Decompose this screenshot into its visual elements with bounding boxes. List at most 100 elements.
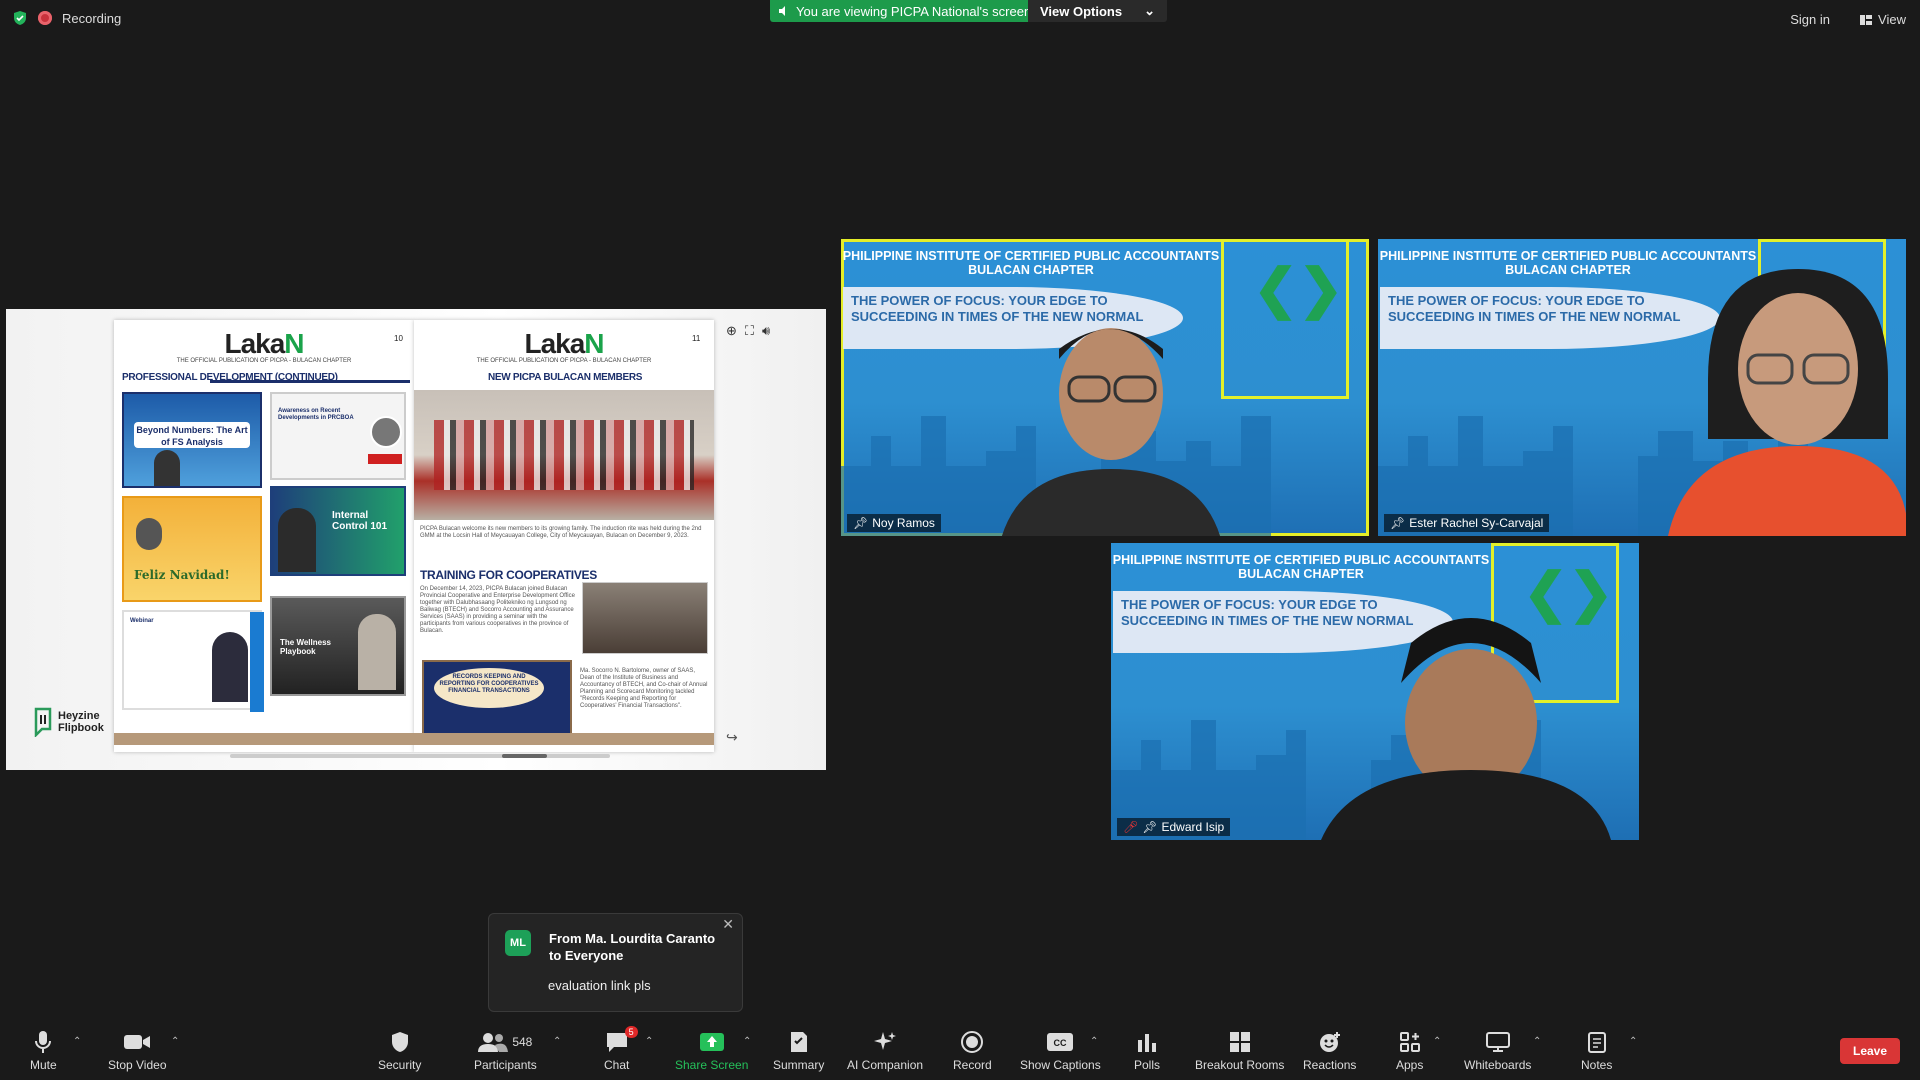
- chevron-down-icon: ⌄: [1144, 3, 1156, 18]
- participant-video-icon: [1002, 328, 1220, 536]
- show-captions-button[interactable]: CC Show Captions: [1020, 1030, 1101, 1072]
- notes-icon: [1587, 1032, 1606, 1053]
- chat-unread-badge: 5: [624, 1026, 638, 1038]
- captions-icon: CC: [1047, 1033, 1074, 1051]
- webinar-poster: Internal Control 101: [270, 486, 406, 576]
- view-options-button[interactable]: View Options ⌄: [1028, 0, 1168, 22]
- video-camera-icon: [124, 1035, 151, 1049]
- top-bar: Recording You are viewing PICPA National…: [0, 0, 1920, 40]
- summary-button[interactable]: Summary: [773, 1030, 824, 1072]
- heyzine-branding[interactable]: Heyzine Flipbook: [32, 707, 108, 737]
- page-scroll-thumb[interactable]: [502, 754, 547, 758]
- lakan-logo: LakaN: [524, 328, 604, 359]
- heyzine-logo-icon: [34, 707, 52, 737]
- recording-label: Recording: [62, 10, 122, 26]
- viewing-screen-banner: You are viewing PICPA National's screen: [770, 0, 1044, 22]
- shared-screen[interactable]: LakaN THE OFFICIAL PUBLICATION OF PICPA …: [6, 309, 826, 770]
- training-poster: RECORDS KEEPING AND REPORTING FOR COOPER…: [422, 660, 572, 744]
- publication-tagline: THE OFFICIAL PUBLICATION OF PICPA - BULA…: [476, 358, 652, 364]
- breakout-rooms-button[interactable]: Breakout Rooms: [1195, 1030, 1284, 1072]
- participants-options-caret[interactable]: ⌃: [553, 1036, 561, 1047]
- chat-message: evaluation link pls: [548, 978, 651, 993]
- stop-video-button[interactable]: Stop Video: [108, 1030, 167, 1072]
- security-button[interactable]: Security: [378, 1030, 421, 1072]
- ai-companion-button[interactable]: AI Companion: [847, 1030, 923, 1072]
- participant-video-icon: [1668, 269, 1906, 536]
- participants-icon: [478, 1033, 509, 1052]
- speaker-text: Ma. Socorro N. Bartolome, owner of SAAS,…: [580, 668, 708, 709]
- apps-button[interactable]: Apps: [1396, 1030, 1423, 1072]
- notes-options-caret[interactable]: ⌃: [1629, 1036, 1637, 1047]
- flipbook-page-left: LakaN THE OFFICIAL PUBLICATION OF PICPA …: [114, 320, 414, 752]
- whiteboard-icon: [1485, 1032, 1510, 1052]
- view-button[interactable]: View: [1860, 12, 1906, 27]
- chat-notification[interactable]: ML From Ma. Lourdita Caranto to Everyone…: [488, 913, 743, 1012]
- whiteboards-button[interactable]: Whiteboards: [1464, 1030, 1531, 1072]
- apps-options-caret[interactable]: ⌃: [1433, 1036, 1441, 1047]
- share-screen-icon: [699, 1033, 724, 1051]
- notes-button[interactable]: Notes: [1581, 1030, 1612, 1072]
- record-button[interactable]: Record: [953, 1030, 992, 1072]
- training-photo: [582, 582, 708, 654]
- pin-icon: 📌︎: [1142, 820, 1158, 834]
- share-arrow-icon[interactable]: ↪: [726, 729, 738, 746]
- whiteboards-options-caret[interactable]: ⌃: [1533, 1036, 1541, 1047]
- webinar-poster: Awareness on Recent Developments in PRCB…: [270, 392, 406, 480]
- captions-options-caret[interactable]: ⌃: [1090, 1036, 1098, 1047]
- breakout-rooms-icon: [1229, 1032, 1250, 1052]
- video-options-caret[interactable]: ⌃: [171, 1036, 179, 1047]
- participant-name-tag: 📌︎ Ester Rachel Sy-Carvajal: [1384, 514, 1550, 532]
- video-tile[interactable]: PHILIPPINE INSTITUTE OF CERTIFIED PUBLIC…: [841, 239, 1369, 536]
- picpa-chevron-icon: ❮❯: [1253, 259, 1344, 319]
- speaker-icon: [779, 6, 785, 16]
- sign-in-button[interactable]: Sign in: [1790, 12, 1830, 27]
- page-scroll-track[interactable]: [230, 754, 610, 758]
- share-screen-button[interactable]: Share Screen: [675, 1030, 748, 1072]
- close-icon[interactable]: ✕: [722, 916, 734, 933]
- lakan-logo: LakaN: [224, 328, 304, 359]
- pin-icon: 📌︎: [853, 516, 869, 530]
- leave-button[interactable]: Leave: [1840, 1038, 1900, 1064]
- zoom-in-icon[interactable]: ⊕: [726, 323, 737, 339]
- apps-icon: [1399, 1032, 1420, 1052]
- security-shield-icon: [391, 1032, 408, 1052]
- section-title: NEW PICPA BULACAN MEMBERS: [488, 372, 643, 383]
- heyzine-label: Heyzine Flipbook: [58, 710, 104, 734]
- flipbook-page-right: LakaN THE OFFICIAL PUBLICATION OF PICPA …: [414, 320, 714, 752]
- smiley-icon: [1319, 1032, 1340, 1052]
- video-tile[interactable]: PHILIPPINE INSTITUTE OF CERTIFIED PUBLIC…: [1378, 239, 1906, 536]
- chat-options-caret[interactable]: ⌃: [645, 1036, 653, 1047]
- recording-indicator: Recording: [12, 10, 121, 26]
- mute-button[interactable]: Mute: [30, 1030, 57, 1072]
- chat-button[interactable]: 5 Chat: [604, 1026, 638, 1072]
- svg-text:CC: CC: [1054, 1038, 1067, 1048]
- recording-dot-icon: [38, 11, 52, 25]
- sparkle-icon: [874, 1032, 897, 1050]
- chat-sender: From Ma. Lourdita Caranto to Everyone: [549, 931, 716, 963]
- pin-icon: 📌︎: [1390, 516, 1406, 530]
- webinar-poster: The Wellness Playbook: [270, 596, 406, 696]
- section-title: TRAINING FOR COOPERATIVES: [420, 568, 597, 582]
- mute-options-caret[interactable]: ⌃: [73, 1036, 81, 1047]
- webinar-poster: Webinar: [122, 610, 264, 712]
- new-members-photo: [414, 390, 714, 520]
- training-text: On December 14, 2023, PICPA Bulacan join…: [420, 586, 575, 634]
- polls-button[interactable]: Polls: [1134, 1030, 1160, 1072]
- view-grid-icon: [1860, 14, 1873, 25]
- webinar-poster: Beyond Numbers: The Art of FS Analysis: [122, 392, 262, 488]
- participants-button[interactable]: 548 Participants: [474, 1030, 537, 1072]
- record-icon: [961, 1031, 984, 1053]
- fullscreen-icon[interactable]: ⛶: [745, 323, 754, 339]
- meeting-toolbar: Mute ⌃ Stop Video ⌃ Security 548 Partici…: [0, 1022, 1920, 1080]
- page-number: 10: [394, 334, 403, 343]
- participant-name-tag: 📌︎ Noy Ramos: [847, 514, 941, 532]
- video-tile[interactable]: PHILIPPINE INSTITUTE OF CERTIFIED PUBLIC…: [1111, 543, 1639, 840]
- view-options-label: View Options: [1040, 3, 1123, 19]
- participants-count: 548: [512, 1035, 533, 1049]
- reactions-button[interactable]: Reactions: [1303, 1030, 1356, 1072]
- muted-mic-icon: 🎤︎: [1123, 820, 1139, 834]
- participant-video-icon: [1321, 618, 1611, 840]
- volume-icon[interactable]: 🔊︎: [762, 323, 770, 339]
- view-label: View: [1878, 12, 1906, 27]
- share-options-caret[interactable]: ⌃: [743, 1036, 751, 1047]
